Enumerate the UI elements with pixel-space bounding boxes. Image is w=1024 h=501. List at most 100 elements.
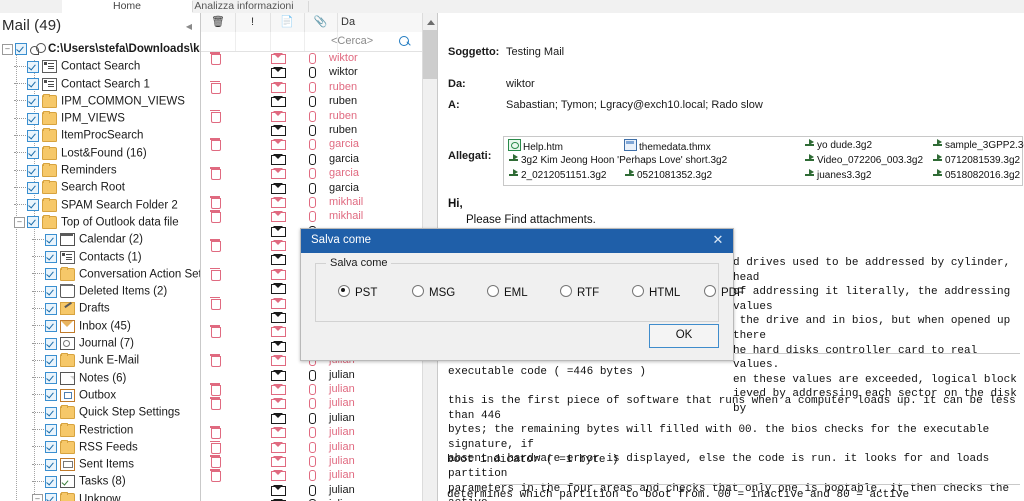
attachment-item[interactable]: 2_0212051151.3g2 bbox=[508, 169, 606, 181]
attachment-item[interactable]: juanes3.3g2 bbox=[804, 169, 872, 181]
ribbon-tab-home[interactable]: Home bbox=[62, 0, 192, 13]
tree-item[interactable]: Deleted Items (2) bbox=[0, 284, 200, 302]
tree-expander-collapse-icon[interactable]: – bbox=[32, 493, 43, 501]
tree-item-checkbox[interactable] bbox=[45, 354, 57, 367]
search-icon[interactable] bbox=[399, 36, 409, 46]
tree-item[interactable]: Conversation Action Setti bbox=[0, 266, 200, 285]
tree-item-checkbox[interactable] bbox=[27, 199, 39, 212]
tree-item-checkbox[interactable] bbox=[27, 129, 39, 142]
radio-html[interactable]: HTML bbox=[632, 285, 680, 299]
message-row[interactable]: julian bbox=[201, 483, 423, 497]
message-row[interactable]: ruben bbox=[201, 80, 423, 94]
message-row[interactable]: julian bbox=[201, 454, 423, 468]
tree-item[interactable]: Contact Search bbox=[0, 60, 200, 77]
tree-item-checkbox[interactable] bbox=[45, 406, 57, 419]
radio-eml[interactable]: EML bbox=[487, 285, 528, 299]
tree-item-checkbox[interactable] bbox=[27, 95, 39, 108]
message-row[interactable]: garcia bbox=[201, 152, 423, 166]
save-as-dialog[interactable]: Salva come ✕ Salva come PST MSG EML RTF HTML… bbox=[300, 228, 744, 361]
message-row[interactable]: wiktor bbox=[201, 51, 423, 65]
tree-item-checkbox[interactable] bbox=[27, 216, 39, 229]
tree-item-checkbox[interactable] bbox=[45, 372, 57, 385]
tree-item-checkbox[interactable] bbox=[27, 112, 39, 125]
message-row[interactable]: julian bbox=[201, 368, 423, 382]
search-input[interactable]: <Cerca> bbox=[331, 32, 373, 51]
message-row[interactable]: mikhail bbox=[201, 209, 423, 224]
tree-item[interactable]: SPAM Search Folder 2 bbox=[0, 197, 200, 216]
message-row[interactable]: wiktor bbox=[201, 65, 423, 79]
tree-item[interactable]: Contact Search 1 bbox=[0, 77, 200, 95]
message-row[interactable]: julian bbox=[201, 440, 423, 454]
tree-item[interactable]: Search Root bbox=[0, 180, 200, 198]
tree-root-item[interactable]: – C:\Users\stefa\Downloads\kacp bbox=[0, 43, 200, 60]
radio-pst[interactable]: PST bbox=[338, 285, 377, 299]
radio-pdf[interactable]: PDF bbox=[704, 285, 744, 299]
scroll-up-arrow-icon[interactable] bbox=[423, 13, 438, 30]
column-header-deleted[interactable]: 🗑 bbox=[201, 13, 236, 32]
ribbon-tab-analizza-informazioni[interactable]: Analizza informazioni bbox=[180, 0, 308, 13]
column-header-document[interactable]: 📄 bbox=[270, 13, 305, 32]
filter-cell-deleted[interactable] bbox=[201, 32, 236, 51]
tree-item[interactable]: Calendar (2) bbox=[0, 233, 200, 250]
tree-item[interactable]: Outbox bbox=[0, 388, 200, 406]
tree-item-checkbox[interactable] bbox=[27, 78, 39, 91]
tree-item-checkbox[interactable] bbox=[45, 320, 57, 333]
tree-item-checkbox[interactable] bbox=[45, 268, 57, 281]
close-icon[interactable]: ✕ bbox=[709, 231, 727, 249]
tree-item-checkbox[interactable] bbox=[27, 147, 39, 160]
tree-item[interactable]: Drafts bbox=[0, 302, 200, 319]
message-row[interactable]: julian bbox=[201, 411, 423, 425]
attachment-item[interactable]: 0521081352.3g2 bbox=[624, 169, 712, 181]
tree-item-checkbox[interactable] bbox=[45, 233, 57, 246]
message-row[interactable]: julian bbox=[201, 425, 423, 440]
tree-item[interactable]: Tasks (8) bbox=[0, 475, 200, 492]
message-row[interactable]: ruben bbox=[201, 109, 423, 123]
column-header-from[interactable]: Da bbox=[337, 13, 427, 32]
message-row[interactable]: julian bbox=[201, 382, 423, 396]
tree-item-checkbox[interactable] bbox=[45, 285, 57, 298]
tree-item[interactable]: Restriction bbox=[0, 422, 200, 441]
column-header-importance[interactable]: ! bbox=[235, 13, 271, 32]
tree-item[interactable]: Inbox (45) bbox=[0, 319, 200, 337]
tree-item-checkbox[interactable] bbox=[27, 164, 39, 177]
tree-item[interactable]: Sent Items bbox=[0, 458, 200, 475]
tree-item-checkbox[interactable] bbox=[15, 43, 27, 55]
message-row[interactable]: ruben bbox=[201, 94, 423, 108]
tree-item-checkbox[interactable] bbox=[45, 441, 57, 454]
attachments-box[interactable]: Help.htm themedata.thmx yo dude.3g2 sample_… bbox=[503, 136, 1024, 186]
message-row[interactable]: julian bbox=[201, 497, 423, 501]
message-row[interactable]: ruben bbox=[201, 123, 423, 137]
tree-expander-collapse-icon[interactable]: – bbox=[14, 216, 25, 228]
tree-item-checkbox[interactable] bbox=[45, 475, 57, 488]
tree-item-checkbox[interactable] bbox=[45, 458, 57, 471]
tree-item-checkbox[interactable] bbox=[45, 389, 57, 402]
tree-item[interactable]: ItemProcSearch bbox=[0, 128, 200, 146]
tree-item[interactable]: Lost&Found (16) bbox=[0, 145, 200, 164]
filter-cell-document[interactable] bbox=[270, 32, 305, 51]
scrollbar-thumb[interactable] bbox=[423, 30, 438, 79]
attachment-item[interactable]: yo dude.3g2 bbox=[804, 139, 872, 151]
attachment-item[interactable]: Video_072206_003.3g2 bbox=[804, 154, 923, 166]
tree-item[interactable]: RSS Feeds bbox=[0, 439, 200, 458]
attachment-item[interactable]: sample_3GPP2.3g2 bbox=[932, 139, 1024, 151]
ok-button[interactable]: OK bbox=[649, 324, 719, 348]
tree-item-checkbox[interactable] bbox=[45, 251, 57, 264]
tree-item[interactable]: IPM_VIEWS bbox=[0, 111, 200, 129]
chevron-left-icon[interactable]: ◀ bbox=[184, 22, 194, 32]
tree-item-checkbox[interactable] bbox=[45, 424, 57, 437]
tree-item[interactable]: Contacts (1) bbox=[0, 250, 200, 268]
tree-item-checkbox[interactable] bbox=[45, 302, 57, 315]
tree-item-checkbox[interactable] bbox=[45, 493, 57, 501]
filter-cell-importance[interactable] bbox=[235, 32, 271, 51]
message-row[interactable]: garcia bbox=[201, 166, 423, 181]
tree-item-checkbox[interactable] bbox=[45, 337, 57, 350]
message-row[interactable]: julian bbox=[201, 468, 423, 483]
column-header-attachment[interactable]: 📎 bbox=[304, 13, 338, 32]
tree-item-checkbox[interactable] bbox=[27, 181, 39, 194]
tree-item[interactable]: Reminders bbox=[0, 163, 200, 181]
folder-tree[interactable]: – C:\Users\stefa\Downloads\kacp Contact Se… bbox=[0, 43, 200, 501]
attachment-item[interactable]: 3g2 Kim Jeong Hoon 'Perhaps Love' short.… bbox=[508, 154, 727, 166]
tree-item[interactable]: Notes (6) bbox=[0, 371, 200, 389]
tree-item[interactable]: Junk E-Mail bbox=[0, 353, 200, 371]
tree-item[interactable]: – Unknow bbox=[0, 491, 200, 501]
